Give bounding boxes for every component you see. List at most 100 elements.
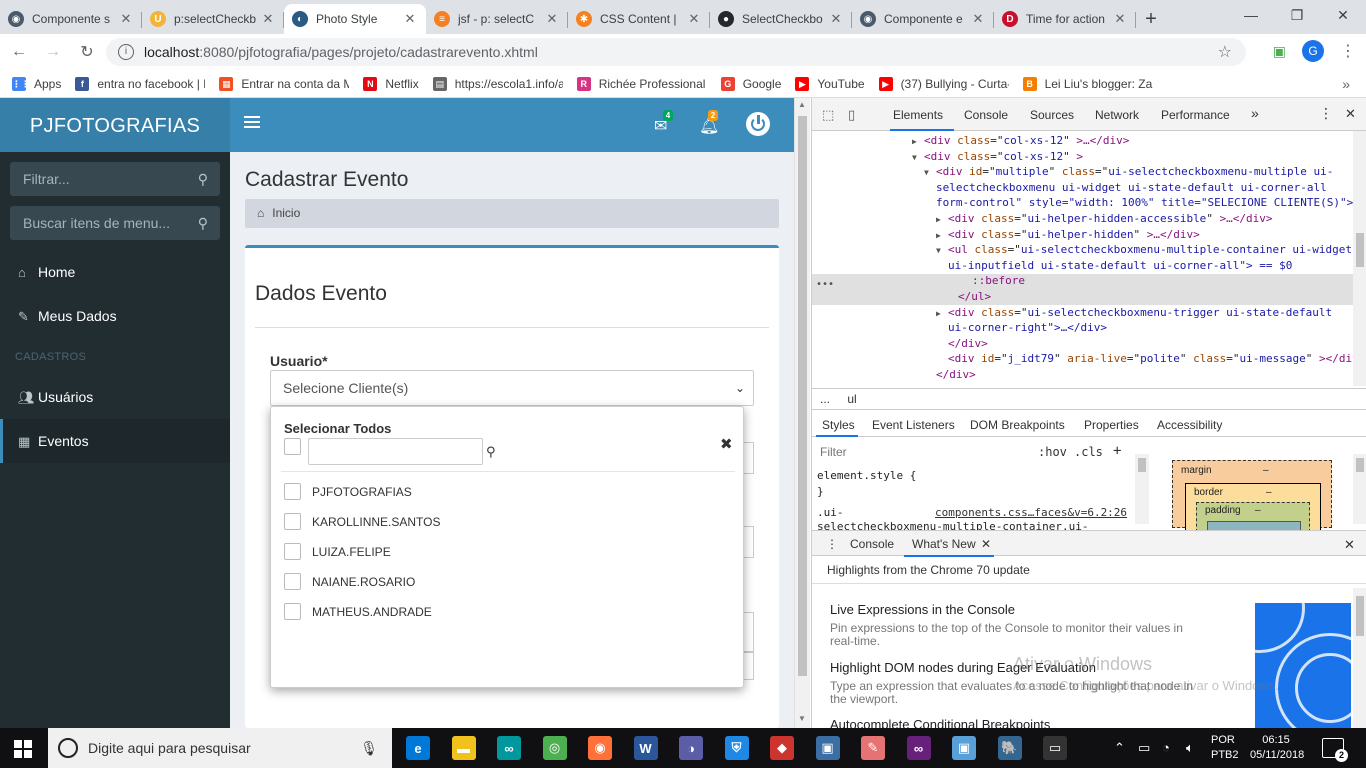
edge-icon[interactable]: e xyxy=(406,736,430,760)
eclipse-icon[interactable]: ◑ xyxy=(679,736,703,760)
collapsed-arrow-icon[interactable]: ▶ xyxy=(936,215,948,224)
option-label[interactable]: MATHEUS.ANDRADE xyxy=(312,605,432,619)
bookmarks-more-icon[interactable]: » xyxy=(1342,76,1350,92)
option-label[interactable]: PJFOTOGRAFIAS xyxy=(312,485,412,499)
drawer-menu-icon[interactable]: ⋮ xyxy=(826,537,838,551)
tab-network[interactable]: Network xyxy=(1095,108,1139,122)
sidebar-item-meus-dados[interactable]: ✎ Meus Dados xyxy=(0,294,230,338)
sidebar-item-home[interactable]: ⌂ Home xyxy=(0,250,230,294)
tab-dom-breakpoints[interactable]: DOM Breakpoints xyxy=(970,418,1065,432)
tab-styles[interactable]: Styles xyxy=(822,418,855,432)
crumb-ellipsis[interactable]: ... xyxy=(820,392,830,406)
crumb-ul[interactable]: ul xyxy=(847,392,856,406)
bookmark-item[interactable]: ⋮⋮ Apps xyxy=(12,76,61,91)
arduino-icon[interactable]: ∞ xyxy=(497,736,521,760)
bookmark-item[interactable]: N Netflix xyxy=(363,76,419,91)
visual-studio-icon[interactable]: ∞ xyxy=(906,736,931,760)
wifi-icon[interactable]: ◔ xyxy=(1162,740,1170,755)
cliente-multiselect[interactable]: Selecione Cliente(s) ⌄ xyxy=(270,370,754,406)
cls-toggle[interactable]: .cls xyxy=(1074,445,1103,459)
dom-node-line[interactable]: ▶ <div class="ui-helper-hidden" >…</div> xyxy=(936,228,1200,241)
browser-tab[interactable]: ◐ Photo Style ✕ xyxy=(284,4,426,34)
dom-node-line[interactable]: selectcheckboxmenu ui-widget ui-state-de… xyxy=(924,181,1327,194)
styles-scrollbar[interactable] xyxy=(1135,454,1149,524)
expanded-arrow-icon[interactable]: ▼ xyxy=(912,153,924,162)
reload-icon[interactable]: ↻ xyxy=(72,42,102,62)
close-icon[interactable]: ✖ xyxy=(720,435,733,453)
option-label[interactable]: KAROLLINNE.SANTOS xyxy=(312,515,440,529)
bookmark-item[interactable]: ▦ Entrar na conta da M xyxy=(219,76,349,91)
element-style-open[interactable]: element.style { xyxy=(817,469,916,482)
firefox-icon[interactable]: ◉ xyxy=(588,736,612,760)
close-drawer-icon[interactable]: ✕ xyxy=(1344,537,1355,553)
option-checkbox[interactable] xyxy=(284,513,301,530)
close-tab-icon[interactable]: ✕ xyxy=(828,11,844,27)
scroll-down-icon[interactable]: ▼ xyxy=(798,714,806,723)
chevron-down-icon[interactable]: ⌄ xyxy=(735,371,745,405)
close-tab-icon[interactable]: ✕ xyxy=(970,11,986,27)
explorer-icon[interactable]: ▬ xyxy=(451,736,476,760)
bookmark-item[interactable]: B Lei Liu's blogger: Zab xyxy=(1022,76,1153,91)
cube-icon[interactable]: ▣ xyxy=(952,736,976,760)
collapsed-arrow-icon[interactable]: ▶ xyxy=(936,309,948,318)
chrome-icon[interactable]: ◎ xyxy=(542,736,567,760)
dom-node-line[interactable]: ui-corner-right">…</div> xyxy=(936,321,1107,334)
close-tab-icon[interactable]: ✕ xyxy=(402,11,418,27)
bookmark-item[interactable]: ▶ YouTube xyxy=(795,76,865,91)
box-model-scrollbar[interactable] xyxy=(1353,454,1366,524)
windows-start-icon[interactable] xyxy=(14,740,32,758)
tab-console[interactable]: Console xyxy=(964,108,1008,122)
close-tab-icon[interactable]: ✕ xyxy=(686,11,702,27)
tab-properties[interactable]: Properties xyxy=(1084,418,1139,432)
dom-node-line[interactable]: form-control" style="width: 100%" title=… xyxy=(924,196,1353,209)
styles-filter-input[interactable]: Filter xyxy=(817,442,1027,462)
tab-elements[interactable]: Elements xyxy=(893,108,943,122)
volume-icon[interactable]: 🔈︎ xyxy=(1186,740,1194,756)
dom-tree[interactable]: ••• ▶ <div class="col-xs-12" >…</div> ▼ <di… xyxy=(812,131,1353,386)
hov-toggle[interactable]: :hov xyxy=(1038,445,1067,459)
bell-icon[interactable]: 🔔︎ 2 xyxy=(699,110,719,136)
whats-new-scrollbar[interactable] xyxy=(1353,588,1366,728)
bookmark-item[interactable]: ▤ https://escola1.info/a xyxy=(432,76,563,91)
option-checkbox[interactable] xyxy=(284,603,301,620)
close-tab-icon[interactable]: ✕ xyxy=(118,11,134,27)
device-toggle-icon[interactable]: ▯ xyxy=(848,107,855,123)
virtualbox-icon[interactable]: ▣ xyxy=(815,736,840,760)
dom-node-line[interactable]: </div> xyxy=(936,337,988,350)
dom-node-line[interactable]: </div> xyxy=(924,368,976,381)
language-indicator[interactable]: POR PTB2 xyxy=(1211,733,1239,763)
tab-event-listeners[interactable]: Event Listeners xyxy=(872,418,955,432)
extension-icon[interactable]: ▣ xyxy=(1273,43,1286,60)
dom-node-line[interactable]: ▶ <div class="ui-selectcheckboxmenu-trigg… xyxy=(936,306,1332,319)
postgres-icon[interactable]: 🐘 xyxy=(997,736,1022,760)
search-icon[interactable]: ⚲ xyxy=(198,206,208,240)
drawer-tab-whats-new[interactable]: What's New xyxy=(912,537,976,551)
css-rule-selector[interactable]: .ui- xyxy=(817,506,844,519)
brand-logo[interactable]: PJFOTOGRAFIAS xyxy=(0,98,230,152)
cortana-icon[interactable] xyxy=(58,738,78,758)
terminal-icon[interactable]: ▭ xyxy=(1043,736,1067,760)
bookmark-item[interactable]: G Google xyxy=(720,76,781,91)
taskbar-clock[interactable]: 06:15 05/11/2018 xyxy=(1250,733,1304,763)
scroll-thumb[interactable] xyxy=(1356,233,1364,267)
feature-title[interactable]: Autocomplete Conditional Breakpoints xyxy=(830,718,1050,728)
bookmark-item[interactable]: R Richée Professional N xyxy=(576,76,707,91)
expanded-arrow-icon[interactable]: ▼ xyxy=(924,168,936,177)
close-tab-icon[interactable]: ✕ xyxy=(1112,11,1128,27)
inspect-icon[interactable]: ⬚ xyxy=(822,107,834,123)
dom-scrollbar[interactable] xyxy=(1353,131,1366,386)
drawer-tab-console[interactable]: Console xyxy=(850,537,894,551)
browser-tab[interactable]: ◉ Componente e ✕ xyxy=(852,4,994,34)
dom-node-line[interactable]: ▼ <ul class="ui-selectcheckboxmenu-multip… xyxy=(936,243,1352,256)
microphone-icon[interactable]: 🎙︎ xyxy=(360,728,378,768)
info-icon[interactable]: i xyxy=(118,44,134,60)
menu-search-input[interactable]: Buscar itens de menu... ⚲ xyxy=(10,206,220,240)
paint-icon[interactable]: ✎ xyxy=(861,736,885,760)
ruby-icon[interactable]: ◆ xyxy=(770,736,794,760)
close-tab-icon[interactable]: ✕ xyxy=(544,11,560,27)
dom-node-line[interactable]: ▶ <div class="ui-helper-hidden-accessible… xyxy=(936,212,1273,225)
browser-tab[interactable]: ✱ CSS Content | ✕ xyxy=(568,4,710,34)
option-checkbox[interactable] xyxy=(284,543,301,560)
browser-tab[interactable]: ◉ Componente s ✕ xyxy=(0,4,142,34)
shield-app-icon[interactable]: ⛨ xyxy=(724,736,749,760)
